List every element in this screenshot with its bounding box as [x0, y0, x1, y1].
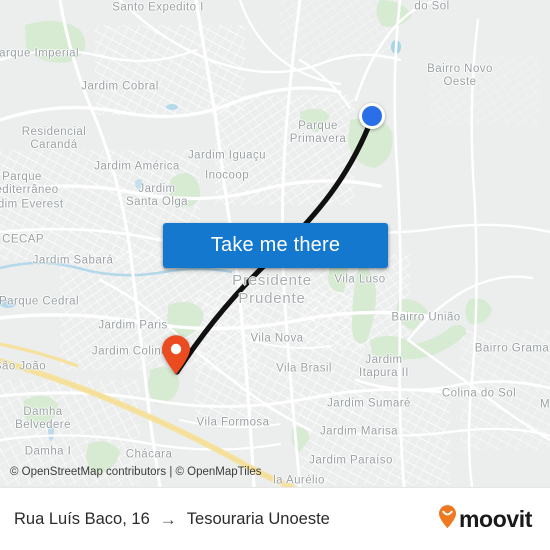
bottom-bar: Rua Luís Baco, 16 → Tesouraria Unoeste m…: [0, 487, 550, 550]
arrow-right-icon: →: [159, 509, 177, 529]
map-canvas[interactable]: Santo Expedito Ido SolParque ImperialBai…: [0, 0, 550, 487]
moovit-pin-smile-icon: [438, 504, 457, 534]
destination-marker[interactable]: [161, 335, 191, 375]
origin-marker[interactable]: [359, 103, 385, 129]
destination-label: Tesouraria Unoeste: [186, 509, 330, 528]
route-summary: Rua Luís Baco, 16 → Tesouraria Unoeste: [14, 510, 330, 529]
take-me-there-button[interactable]: Take me there: [163, 223, 388, 268]
map-attribution[interactable]: © OpenStreetMap contributors | © OpenMap…: [0, 466, 550, 478]
origin-label: Rua Luís Baco, 16: [14, 509, 150, 528]
moovit-wordmark: moovit: [459, 505, 532, 532]
moovit-trip-screen: Santo Expedito Ido SolParque ImperialBai…: [0, 0, 550, 550]
map-pin-icon: [162, 335, 190, 375]
moovit-logo[interactable]: moovit: [438, 504, 532, 534]
